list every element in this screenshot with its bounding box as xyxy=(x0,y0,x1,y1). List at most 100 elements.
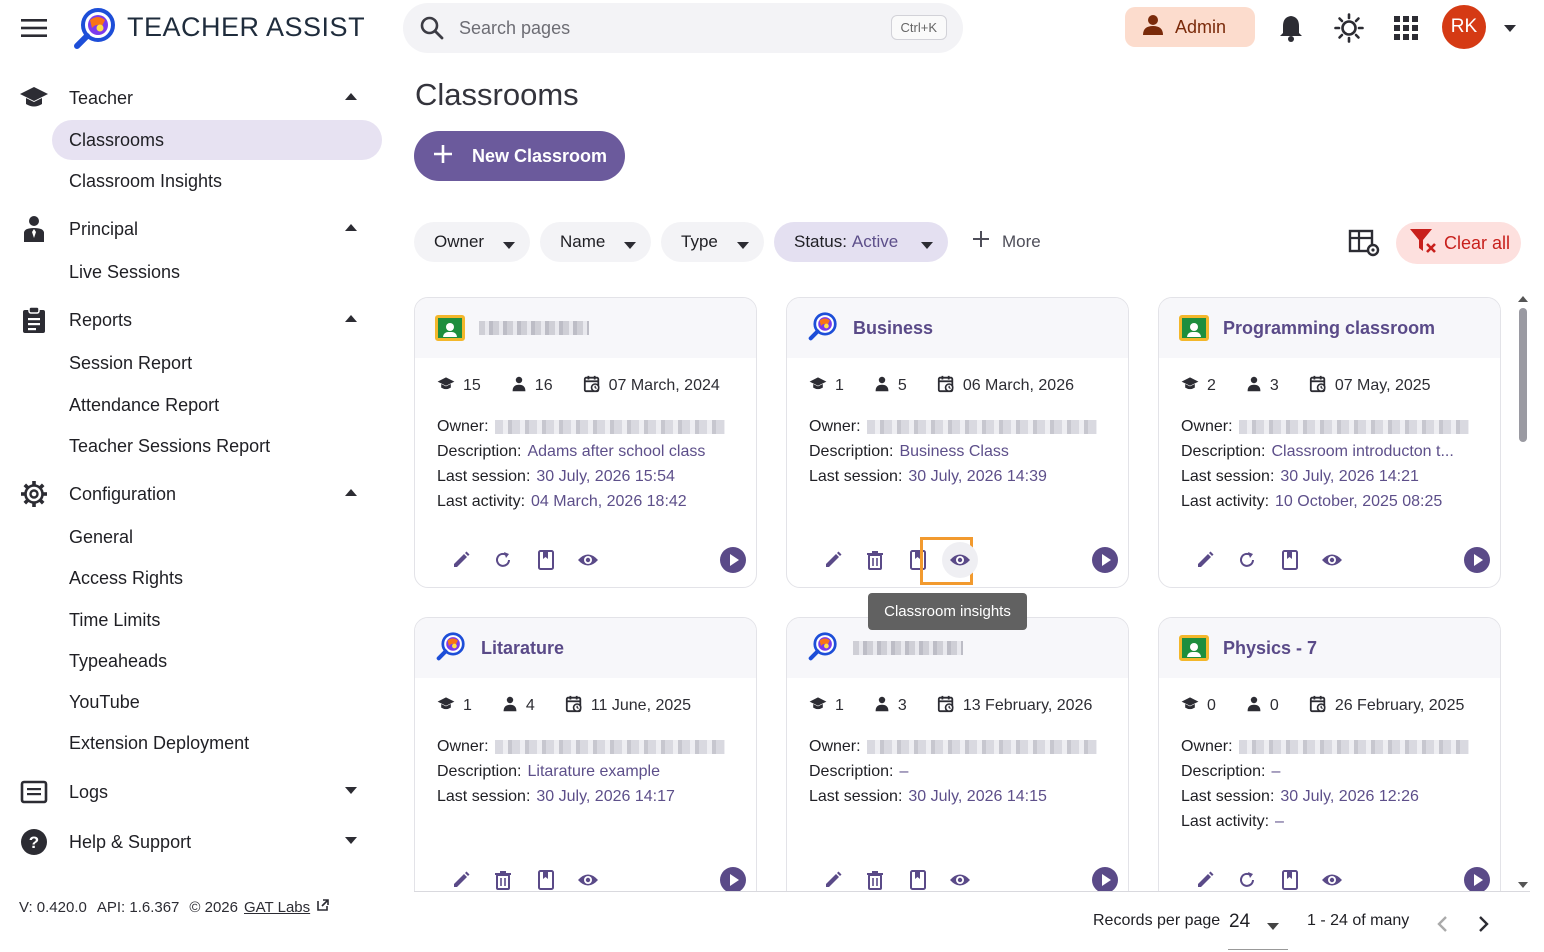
classroom-card[interactable]: Litarature 1 4 11 June, 2025 Owner: Descripti… xyxy=(414,617,757,892)
classroom-card[interactable]: 1 3 13 February, 2026 Owner: Description: – La… xyxy=(786,617,1129,892)
classroom-insights-eye-icon[interactable] xyxy=(1314,542,1350,578)
chevron-down-icon[interactable] xyxy=(1500,18,1520,43)
start-session-play-icon[interactable] xyxy=(715,862,751,892)
classroom-insights-eye-icon[interactable] xyxy=(570,862,606,892)
filter-owner[interactable]: Owner xyxy=(414,222,530,262)
refresh-icon[interactable] xyxy=(1229,862,1265,892)
per-page-value: 24 xyxy=(1229,911,1251,932)
bell-icon[interactable] xyxy=(1274,11,1308,45)
sidebar-item-classroom-insights[interactable]: Classroom Insights xyxy=(52,161,382,201)
sidebar-item-teacher-sessions-report[interactable]: Teacher Sessions Report xyxy=(52,426,382,466)
sidebar-item-time-limits[interactable]: Time Limits xyxy=(52,600,382,640)
classroom-title[interactable] xyxy=(479,321,589,335)
classroom-card[interactable]: Programming classroom 2 3 07 May, 2025 Owner… xyxy=(1158,297,1501,588)
theme-toggle-icon[interactable] xyxy=(1332,11,1366,45)
next-page-icon[interactable] xyxy=(1470,910,1498,938)
bookmark-book-icon[interactable] xyxy=(528,542,564,578)
sidebar-section-configuration[interactable]: Configuration xyxy=(0,472,395,516)
page-title: Classrooms xyxy=(415,77,579,112)
sidebar-section-principal[interactable]: Principal xyxy=(0,207,395,251)
sidebar-item-session-report[interactable]: Session Report xyxy=(52,343,382,383)
apps-grid-icon[interactable] xyxy=(1389,11,1423,45)
caret-up-icon[interactable] xyxy=(344,485,358,503)
sidebar-item-typeaheads[interactable]: Typeaheads xyxy=(52,641,382,681)
classroom-title[interactable]: Programming classroom xyxy=(1223,318,1435,339)
classroom-title[interactable]: Business xyxy=(853,318,933,339)
start-session-play-icon[interactable] xyxy=(1087,542,1123,578)
caret-up-icon[interactable] xyxy=(344,220,358,238)
description-value: – xyxy=(899,763,909,780)
classroom-insights-eye-icon[interactable] xyxy=(942,542,978,578)
refresh-icon[interactable] xyxy=(485,542,521,578)
bookmark-book-icon[interactable] xyxy=(1272,862,1308,892)
filter-label: Type xyxy=(681,232,718,251)
table-settings-icon[interactable] xyxy=(1348,228,1380,263)
caret-down-icon[interactable] xyxy=(344,833,358,851)
delete-icon[interactable] xyxy=(485,862,521,892)
search-bar[interactable]: Ctrl+K xyxy=(403,3,963,53)
scroll-thumb[interactable] xyxy=(1519,308,1527,442)
sidebar-item-attendance-report[interactable]: Attendance Report xyxy=(52,385,382,425)
more-filters-button[interactable]: More xyxy=(970,228,1041,255)
classroom-insights-eye-icon[interactable] xyxy=(1314,862,1350,892)
caret-up-icon[interactable] xyxy=(344,311,358,329)
edit-icon[interactable] xyxy=(443,862,479,892)
filter-type[interactable]: Type xyxy=(661,222,764,262)
delete-icon[interactable] xyxy=(857,542,893,578)
menu-icon[interactable] xyxy=(18,14,50,42)
company-link[interactable]: GAT Labs xyxy=(244,899,310,916)
role-admin-button[interactable]: Admin xyxy=(1125,7,1255,47)
sidebar-item-extension-deployment[interactable]: Extension Deployment xyxy=(52,723,382,763)
refresh-icon[interactable] xyxy=(1229,542,1265,578)
last-session-value: 30 July, 2026 14:39 xyxy=(908,468,1047,485)
last-activity-value: 04 March, 2026 18:42 xyxy=(531,493,687,510)
sidebar-section-reports[interactable]: Reports xyxy=(0,298,395,342)
filter-status[interactable]: Status: Active xyxy=(774,222,948,262)
caret-down-icon[interactable] xyxy=(344,783,358,801)
search-input[interactable] xyxy=(459,13,859,43)
last-session-label: Last session: xyxy=(437,788,531,805)
caret-down-icon xyxy=(1266,916,1280,938)
edit-icon[interactable] xyxy=(443,542,479,578)
bookmark-book-icon[interactable] xyxy=(528,862,564,892)
svg-text:?: ? xyxy=(29,833,39,852)
edit-icon[interactable] xyxy=(1187,542,1223,578)
external-link-icon[interactable] xyxy=(316,898,330,916)
user-avatar[interactable]: RK xyxy=(1442,5,1486,49)
previous-page-icon[interactable] xyxy=(1428,910,1456,938)
bookmark-book-icon[interactable] xyxy=(900,862,936,892)
start-session-play-icon[interactable] xyxy=(715,542,751,578)
bookmark-book-icon[interactable] xyxy=(1272,542,1308,578)
classroom-insights-eye-icon[interactable] xyxy=(570,542,606,578)
edit-icon[interactable] xyxy=(815,542,851,578)
sidebar-item-youtube[interactable]: YouTube xyxy=(52,682,382,722)
edit-icon[interactable] xyxy=(1187,862,1223,892)
classroom-card[interactable]: Physics - 7 0 0 26 February, 2025 Owner: Desc… xyxy=(1158,617,1501,892)
sidebar-item-classrooms[interactable]: Classrooms xyxy=(52,120,382,160)
caret-up-icon[interactable] xyxy=(344,89,358,107)
edit-icon[interactable] xyxy=(815,862,851,892)
filter-name[interactable]: Name xyxy=(540,222,651,262)
classroom-title[interactable]: Litarature xyxy=(481,638,564,659)
sidebar-section-help-support[interactable]: ? Help & Support xyxy=(0,820,395,864)
classroom-insights-eye-icon[interactable] xyxy=(942,862,978,892)
card-info: Owner: Description: – Last session: 30 July,… xyxy=(1159,734,1500,834)
more-label: More xyxy=(1002,231,1041,251)
sidebar-item-general[interactable]: General xyxy=(52,517,382,557)
scrollbar[interactable] xyxy=(1516,294,1530,890)
classroom-title[interactable]: Physics - 7 xyxy=(1223,638,1317,659)
sidebar-section-teacher[interactable]: Teacher xyxy=(0,76,395,120)
classroom-title[interactable] xyxy=(853,641,963,655)
sidebar-item-live-sessions[interactable]: Live Sessions xyxy=(52,252,382,292)
delete-icon[interactable] xyxy=(857,862,893,892)
classroom-card[interactable]: 15 16 07 March, 2024 Owner: Description: Adam… xyxy=(414,297,757,588)
classroom-card[interactable]: Business 1 5 06 March, 2026 Owner: Descriptio… xyxy=(786,297,1129,588)
new-classroom-button[interactable]: New Classroom xyxy=(414,131,625,181)
records-per-page-select[interactable]: 24 xyxy=(1228,908,1288,950)
sidebar-item-access-rights[interactable]: Access Rights xyxy=(52,558,382,598)
clear-all-filters-button[interactable]: Clear all xyxy=(1396,222,1521,264)
start-session-play-icon[interactable] xyxy=(1459,862,1495,892)
start-session-play-icon[interactable] xyxy=(1087,862,1123,892)
start-session-play-icon[interactable] xyxy=(1459,542,1495,578)
sidebar-section-logs[interactable]: Logs xyxy=(0,770,395,814)
